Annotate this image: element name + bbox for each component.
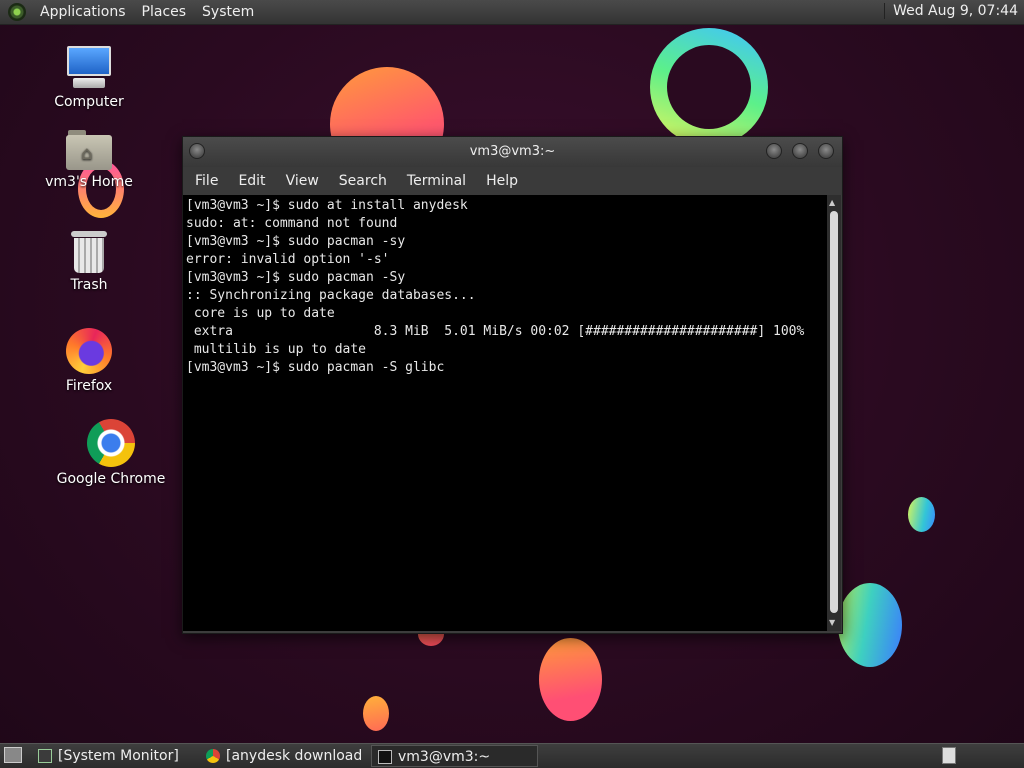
chrome-small-icon	[206, 749, 220, 763]
taskbar-item-browser[interactable]: [anydesk download ...	[200, 745, 368, 767]
window-menu-button[interactable]	[189, 143, 205, 159]
show-desktop-icon[interactable]	[4, 747, 22, 763]
scroll-down-arrow-icon[interactable]: ▼	[829, 618, 835, 628]
terminal-line: sudo: at: command not found	[186, 216, 398, 231]
menu-help[interactable]: Help	[476, 173, 528, 189]
wallpaper-small-oval	[908, 497, 935, 532]
desktop-icon-chrome[interactable]: Google Chrome	[56, 419, 166, 487]
firefox-icon	[66, 328, 112, 374]
wallpaper-ring	[650, 28, 768, 146]
wallpaper-bottom-oval	[539, 638, 602, 721]
terminal-menubar: File Edit View Search Terminal Help	[183, 167, 842, 195]
terminal-line: :: Synchronizing package databases...	[186, 288, 476, 303]
taskbar-item-label: [anydesk download ...	[226, 748, 368, 764]
desktop-icon-home[interactable]: ⌂ vm3's Home	[34, 130, 144, 190]
terminal-titlebar[interactable]: vm3@vm3:~	[183, 137, 842, 167]
terminal-line: [vm3@vm3 ~]$ sudo at install anydesk	[186, 198, 468, 213]
scroll-up-arrow-icon[interactable]: ▲	[829, 198, 835, 208]
terminal-line: multilib is up to date	[186, 342, 367, 357]
desktop-icon-label: Computer	[54, 94, 124, 110]
taskbar-item-label: vm3@vm3:~	[398, 749, 491, 765]
terminal-line: [vm3@vm3 ~]$ sudo pacman -S glibc	[186, 360, 445, 375]
menu-places[interactable]: Places	[134, 4, 195, 20]
distro-logo-icon[interactable]	[8, 3, 26, 21]
workspace-switcher[interactable]	[942, 747, 956, 764]
close-button[interactable]	[818, 143, 834, 159]
wallpaper-tiny-oval	[363, 696, 389, 731]
wallpaper-blue-oval	[838, 583, 902, 667]
taskbar-item-terminal[interactable]: vm3@vm3:~	[371, 745, 538, 767]
terminal-small-icon	[378, 750, 392, 764]
desktop-icon-computer[interactable]: Computer	[34, 46, 144, 110]
terminal-line: error: invalid option '-s'	[186, 252, 390, 267]
desktop-icon-trash[interactable]: Trash	[34, 231, 144, 293]
menu-search[interactable]: Search	[329, 173, 397, 189]
menu-view[interactable]: View	[276, 173, 329, 189]
desktop-icon-label: Trash	[70, 277, 108, 293]
menu-system[interactable]: System	[194, 4, 262, 20]
bottom-panel: [System Monitor] [anydesk download ... v…	[0, 743, 1024, 768]
terminal-line: extra 8.3 MiB 5.01 MiB/s 00:02 [########…	[186, 324, 805, 339]
desktop-icon-firefox[interactable]: Firefox	[34, 328, 144, 394]
taskbar-item-label: [System Monitor]	[58, 748, 179, 764]
system-monitor-icon	[38, 749, 52, 763]
desktop-icon-label: vm3's Home	[45, 174, 133, 190]
terminal-line: [vm3@vm3 ~]$ sudo pacman -sy	[186, 234, 406, 249]
menu-edit[interactable]: Edit	[228, 173, 275, 189]
terminal-line: [vm3@vm3 ~]$ sudo pacman -Sy	[186, 270, 406, 285]
clock[interactable]: Wed Aug 9, 07:44	[884, 3, 1018, 19]
maximize-button[interactable]	[792, 143, 808, 159]
desktop-icon-label: Google Chrome	[56, 471, 166, 487]
menu-applications[interactable]: Applications	[32, 4, 134, 20]
menu-file[interactable]: File	[185, 173, 228, 189]
terminal-output[interactable]: [vm3@vm3 ~]$ sudo at install anydesk sudo…	[183, 195, 827, 631]
desktop-icon-label: Firefox	[65, 378, 113, 394]
minimize-button[interactable]	[766, 143, 782, 159]
trash-icon	[71, 231, 107, 273]
top-panel: Applications Places System Wed Aug 9, 07…	[0, 0, 1024, 25]
terminal-scrollbar[interactable]: ▲ ▼	[827, 195, 841, 631]
home-folder-icon: ⌂	[66, 130, 112, 170]
terminal-line: core is up to date	[186, 306, 335, 321]
window-title: vm3@vm3:~	[469, 144, 556, 159]
scrollbar-thumb[interactable]	[830, 211, 838, 613]
menu-terminal[interactable]: Terminal	[397, 173, 476, 189]
terminal-window[interactable]: vm3@vm3:~ File Edit View Search Terminal…	[182, 136, 843, 634]
computer-icon	[65, 46, 113, 90]
chrome-icon	[87, 419, 135, 467]
taskbar-item-system-monitor[interactable]: [System Monitor]	[32, 745, 198, 767]
